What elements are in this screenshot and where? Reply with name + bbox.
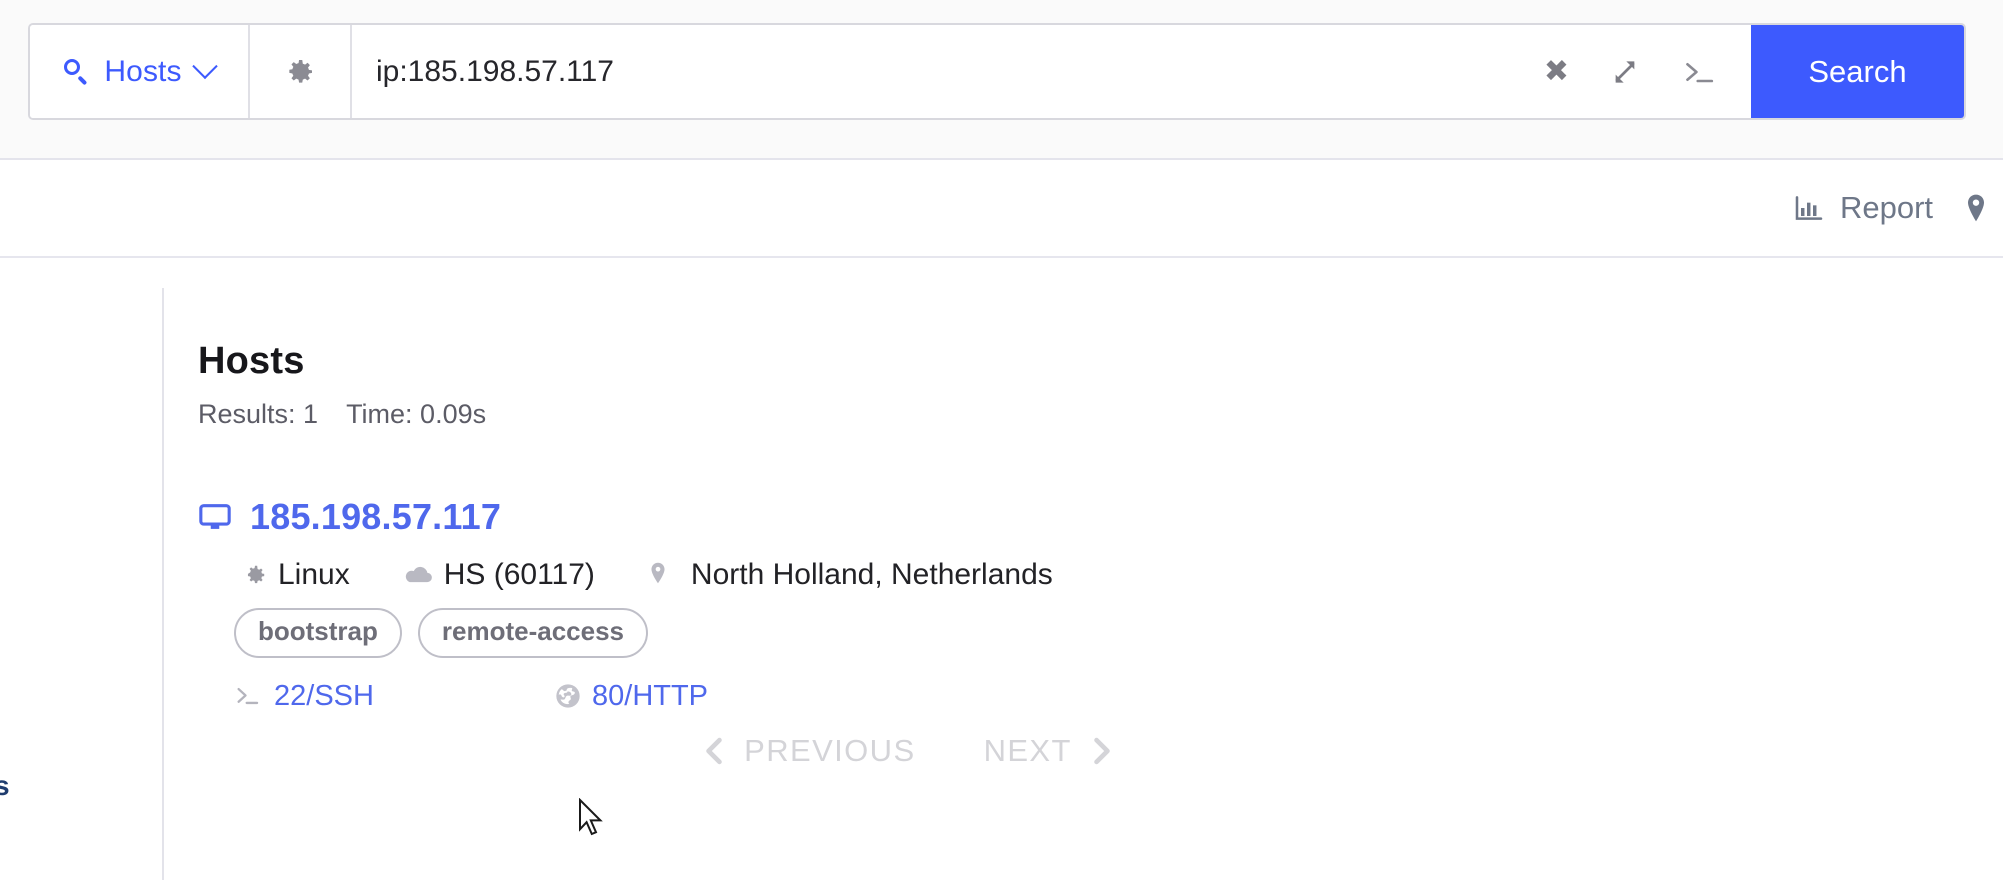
- search-settings-button[interactable]: [250, 25, 352, 118]
- gear-icon: [289, 59, 312, 83]
- map-view-button[interactable]: [1959, 192, 1993, 224]
- host-os-label: Linux: [278, 558, 350, 591]
- next-page-button[interactable]: NEXT: [978, 732, 1120, 770]
- next-page-label: NEXT: [983, 733, 1072, 768]
- report-label: Report: [1839, 190, 1933, 225]
- host-services: 22/SSH 80/HTTP: [198, 658, 1898, 713]
- service-http-link[interactable]: 80/HTTP: [592, 680, 708, 713]
- host-location-label: North Holland, Netherlands: [690, 558, 1053, 591]
- chevron-left-icon: [706, 737, 722, 765]
- gear-icon: [247, 565, 265, 584]
- terminal-prompt-icon: [237, 688, 259, 705]
- results-toolbar: Report: [0, 160, 2003, 258]
- chevron-down-icon: [191, 53, 218, 79]
- host-location: North Holland, Netherlands: [647, 558, 1053, 592]
- location-pin-icon: [651, 562, 665, 584]
- search-input[interactable]: [376, 54, 1524, 89]
- host-facts: Linux HS (60117) North Holland, Netherla…: [198, 538, 1898, 592]
- pagination: PREVIOUS NEXT: [198, 732, 1618, 770]
- host-result-item: 185.198.57.117 Linux HS (60117) North Ho…: [198, 430, 1898, 713]
- results-count: Results: 1: [198, 399, 319, 429]
- bar-chart-icon: [1795, 196, 1823, 220]
- host-tags: bootstrap remote-access: [198, 592, 1898, 658]
- results-time: Time: 0.09s: [346, 399, 487, 429]
- left-edge-text: s: [0, 770, 10, 801]
- results-content: s Hosts Results: 1 Time: 0.09s 185.198.5…: [0, 258, 2003, 880]
- previous-page-label: PREVIOUS: [744, 733, 916, 768]
- search-query-cell: [352, 25, 1524, 118]
- clear-query-button[interactable]: ✖: [1543, 53, 1569, 89]
- expand-query-button[interactable]: [1609, 56, 1641, 88]
- results-panel: Hosts Results: 1 Time: 0.09s 185.198.57.…: [198, 258, 1898, 713]
- search-header: Hosts ✖: [0, 0, 2003, 160]
- desktop-monitor-icon: [199, 504, 231, 529]
- service-http: 80/HTTP: [554, 680, 874, 713]
- search-submit-button[interactable]: Search: [1751, 25, 1964, 118]
- service-ssh: 22/SSH: [234, 680, 554, 713]
- host-header: 185.198.57.117: [198, 496, 1898, 538]
- host-asn: HS (60117): [404, 558, 595, 592]
- page-title: Hosts: [198, 340, 305, 382]
- terminal-prompt-icon: [1686, 62, 1714, 82]
- search-icon: [64, 58, 90, 85]
- search-type-label: Hosts: [104, 54, 182, 88]
- chevron-right-icon: [1094, 737, 1110, 765]
- globe-icon: [556, 684, 580, 709]
- expand-arrows-icon: [1615, 60, 1635, 83]
- close-x-icon: ✖: [1543, 53, 1569, 89]
- content-divider: [162, 288, 164, 880]
- host-tag[interactable]: bootstrap: [234, 608, 402, 658]
- host-asn-label: HS (60117): [443, 558, 595, 591]
- service-ssh-link[interactable]: 22/SSH: [274, 680, 374, 713]
- map-pin-icon: [1968, 194, 1984, 222]
- search-type-dropdown[interactable]: Hosts: [30, 25, 250, 118]
- search-action-icons: ✖: [1524, 25, 1751, 118]
- previous-page-button[interactable]: PREVIOUS: [696, 732, 921, 770]
- cloud-icon: [405, 566, 432, 583]
- results-meta: Results: 1 Time: 0.09s: [198, 383, 1898, 430]
- open-console-button[interactable]: [1681, 56, 1717, 88]
- host-ip-link[interactable]: 185.198.57.117: [250, 496, 501, 538]
- search-bar: Hosts ✖: [28, 23, 1966, 120]
- report-button[interactable]: Report: [1792, 190, 1933, 226]
- host-os: Linux: [242, 558, 350, 592]
- host-tag[interactable]: remote-access: [417, 608, 649, 658]
